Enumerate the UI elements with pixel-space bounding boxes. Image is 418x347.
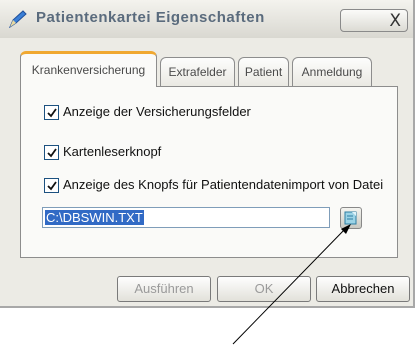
tab-krankenversicherung[interactable]: Krankenversicherung [20, 51, 157, 87]
arrowhead-icon [341, 224, 351, 234]
